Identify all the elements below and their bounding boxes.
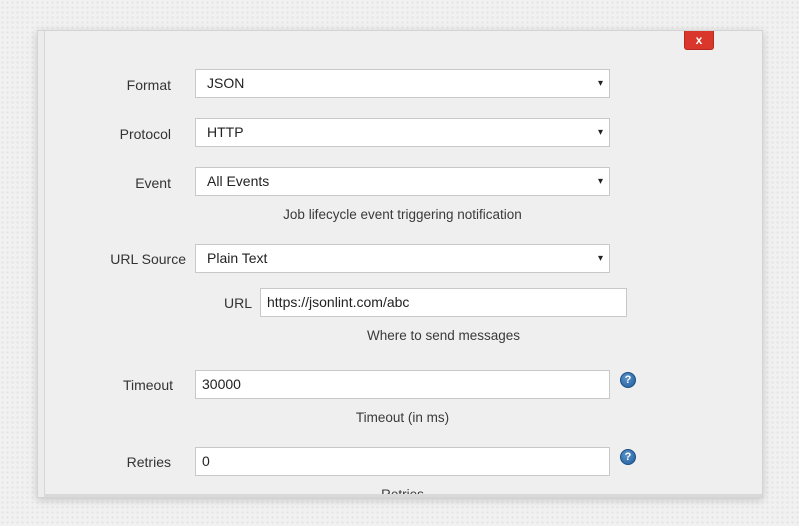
format-label: Format (126, 77, 171, 93)
event-value: All Events (207, 173, 270, 189)
url-source-label: URL Source (110, 251, 186, 267)
dialog-left-edge (38, 31, 45, 497)
event-hint: Job lifecycle event triggering notificat… (283, 207, 522, 222)
url-source-value: Plain Text (207, 250, 268, 266)
event-select[interactable]: All Events ▾ (195, 167, 610, 196)
url-label: URL (224, 295, 253, 311)
chevron-down-icon: ▾ (597, 176, 603, 187)
chevron-down-icon: ▾ (597, 253, 603, 264)
event-label: Event (135, 175, 171, 191)
help-icon[interactable]: ? (620, 449, 636, 465)
url-input[interactable]: https://jsonlint.com/abc (260, 288, 627, 317)
url-source-select[interactable]: Plain Text ▾ (195, 244, 610, 273)
chevron-down-icon: ▾ (597, 127, 603, 138)
format-value: JSON (207, 75, 245, 91)
retries-input[interactable]: 0 (195, 447, 610, 476)
timeout-input[interactable]: 30000 (195, 370, 610, 399)
close-button[interactable]: x (684, 31, 714, 50)
url-hint: Where to send messages (366, 328, 521, 343)
protocol-label: Protocol (119, 126, 171, 142)
dialog-bottom-edge (44, 494, 762, 497)
format-select[interactable]: JSON ▾ (195, 69, 610, 98)
timeout-hint: Timeout (in ms) (355, 410, 450, 425)
protocol-value: HTTP (207, 124, 244, 140)
protocol-select[interactable]: HTTP ▾ (195, 118, 610, 147)
retries-label: Retries (126, 454, 171, 470)
help-icon[interactable]: ? (620, 372, 636, 388)
timeout-label: Timeout (122, 377, 173, 393)
chevron-down-icon: ▾ (597, 78, 603, 89)
notification-dialog: x Format JSON ▾ Protocol HTTP ▾ Event Al… (37, 30, 763, 498)
